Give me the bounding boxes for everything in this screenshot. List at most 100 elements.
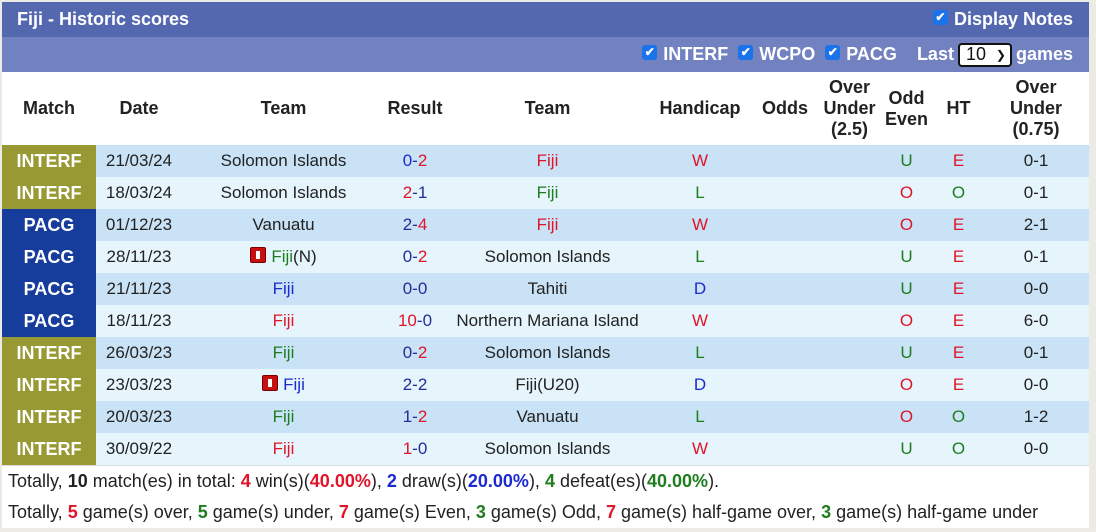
result-cell[interactable]: 2-1 (385, 177, 445, 209)
away-team-name[interactable]: Solomon Islands (485, 247, 611, 266)
away-team-name[interactable]: Solomon Islands (485, 439, 611, 458)
table-row: INTERF 30/09/22 Fiji 1-0 Solomon Islands W U O 0… (2, 433, 1096, 465)
odds-cell (820, 209, 879, 241)
league-label[interactable]: INTERF (17, 407, 82, 427)
checkbox-checked-icon[interactable]: ✔ (738, 45, 754, 60)
league-cell[interactable]: PACG (2, 273, 96, 305)
home-team-name[interactable]: Fiji (271, 247, 293, 266)
league-label[interactable]: INTERF (17, 375, 82, 395)
league-cell[interactable]: INTERF (2, 145, 96, 177)
score-away: 2 (417, 375, 428, 394)
league-label[interactable]: INTERF (17, 439, 82, 459)
league-label[interactable]: INTERF (17, 183, 82, 203)
league-label[interactable]: PACG (24, 311, 75, 331)
league-label[interactable]: PACG (24, 279, 75, 299)
games-count-select[interactable]: 10 ❯ (957, 42, 1012, 67)
score-away: 2 (417, 247, 428, 266)
league-cell[interactable]: INTERF (2, 369, 96, 401)
away-team-name[interactable]: Solomon Islands (485, 343, 611, 362)
ht-cell: 0-0 (983, 273, 1089, 305)
filter-wcpo[interactable]: ✔ WCPO (738, 44, 815, 65)
league-label[interactable]: INTERF (17, 151, 82, 171)
handicap-cell (750, 145, 820, 177)
table-row: INTERF23/03/23Fiji2-2Fiji(U20)DOE0-0U (2, 369, 1096, 401)
header-line: Even (884, 108, 929, 129)
home-team-name[interactable]: Fiji (283, 375, 305, 394)
league-label[interactable]: INTERF (17, 343, 82, 363)
result-cell[interactable]: 0-2 (385, 337, 445, 369)
league-cell[interactable]: PACG (2, 305, 96, 337)
summary-text: game(s) half-game under (831, 502, 1039, 522)
league-cell[interactable]: INTERF (2, 401, 96, 433)
away-team-name[interactable]: Fiji (537, 151, 559, 170)
home-team-name[interactable]: Fiji (273, 407, 295, 426)
home-team-name[interactable]: Fiji (273, 279, 295, 298)
away-team-name[interactable]: Tahiti (528, 279, 568, 298)
result-cell[interactable]: 0-0 (385, 273, 445, 305)
away-team-name[interactable]: Fiji (537, 215, 559, 234)
home-team-cell: Solomon Islands (182, 177, 385, 209)
checkbox-checked-icon[interactable]: ✔ (825, 45, 841, 60)
score-home: 1 (402, 439, 413, 458)
away-team-name[interactable]: Fiji(U20) (515, 375, 579, 394)
summary-text: defeat(es)( (554, 471, 647, 491)
result-cell[interactable]: 2-4 (385, 209, 445, 241)
ht-cell: 0-0 (983, 369, 1089, 401)
league-label[interactable]: PACG (24, 215, 75, 235)
home-team-name[interactable]: Solomon Islands (221, 183, 347, 202)
result-cell[interactable]: 0-2 (385, 145, 445, 177)
outcome-cell: L (650, 337, 750, 369)
outcome-cell: D (650, 369, 750, 401)
home-team-name[interactable]: Vanuatu (252, 215, 314, 234)
date-cell: 01/12/23 (96, 209, 182, 241)
result-cell[interactable]: 1-2 (385, 401, 445, 433)
home-team-name[interactable]: Fiji (273, 343, 295, 362)
odds-cell (820, 273, 879, 305)
league-label[interactable]: PACG (24, 247, 75, 267)
away-team-name[interactable]: Vanuatu (516, 407, 578, 426)
filter-pacg[interactable]: ✔ PACG (825, 44, 897, 65)
red-card-icon (262, 375, 279, 391)
page-scrollbar[interactable] (1089, 0, 1096, 532)
filter-bar: ✔ INTERF ✔ WCPO ✔ PACG Last 10 ❯ games (2, 37, 1089, 72)
away-team-name[interactable]: Fiji (537, 183, 559, 202)
away-team-cell: Fiji (445, 177, 650, 209)
result-cell[interactable]: 1-0 (385, 433, 445, 465)
result-cell[interactable]: 2-2 (385, 369, 445, 401)
away-team-name[interactable]: Northern Mariana Island (456, 311, 638, 330)
filter-interf[interactable]: ✔ INTERF (642, 44, 728, 65)
checkbox-checked-icon[interactable]: ✔ (642, 45, 658, 60)
score-home: 2 (402, 375, 413, 394)
odd-count: 3 (475, 502, 486, 522)
result-cell[interactable]: 10-0 (385, 305, 445, 337)
even-count: 7 (338, 502, 349, 522)
display-notes-toggle[interactable]: ✔ Display Notes (932, 9, 1073, 30)
home-team-name[interactable]: Fiji (273, 311, 295, 330)
ht-cell: 2-1 (983, 209, 1089, 241)
home-team-name[interactable]: Solomon Islands (221, 151, 347, 170)
outcome-cell: W (650, 305, 750, 337)
date-cell: 20/03/23 (96, 401, 182, 433)
handicap-cell (750, 305, 820, 337)
display-notes-label: Display Notes (953, 9, 1073, 29)
odd-even-cell: E (934, 305, 983, 337)
title-bar: Fiji - Historic scores ✔ Display Notes (2, 2, 1089, 37)
home-team-cell: Fiji(N) (182, 241, 385, 273)
score-home: 2 (402, 183, 413, 202)
checkbox-checked-icon[interactable]: ✔ (932, 10, 948, 25)
league-cell[interactable]: INTERF (2, 177, 96, 209)
odds-cell (820, 241, 879, 273)
league-cell[interactable]: INTERF (2, 337, 96, 369)
score-away: 0 (422, 311, 433, 330)
result-cell[interactable]: 0-2 (385, 241, 445, 273)
home-team-cell: Solomon Islands (182, 145, 385, 177)
league-cell[interactable]: PACG (2, 241, 96, 273)
col-date: Date (96, 72, 182, 145)
league-cell[interactable]: PACG (2, 209, 96, 241)
filter-label: WCPO (759, 44, 816, 64)
header-line: Under (823, 98, 876, 118)
score-away: 4 (417, 215, 428, 234)
home-team-name[interactable]: Fiji (273, 439, 295, 458)
header-line: (0.75) (1012, 119, 1060, 139)
league-cell[interactable]: INTERF (2, 433, 96, 465)
